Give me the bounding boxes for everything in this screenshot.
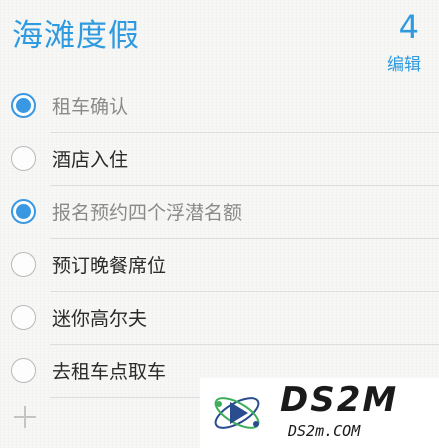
list-header: 海滩度假 4 编辑 xyxy=(0,0,439,80)
watermark: DS2M DS2m.COM xyxy=(200,378,439,448)
checkbox-icon[interactable] xyxy=(11,199,36,224)
list-item[interactable]: 租车确认 xyxy=(0,80,439,133)
edit-button[interactable]: 编辑 xyxy=(387,50,421,75)
list-item[interactable]: 迷你高尔夫 xyxy=(0,292,439,345)
list-item[interactable]: 报名预约四个浮潜名额 xyxy=(0,186,439,239)
item-label: 租车确认 xyxy=(52,96,129,118)
list-item[interactable]: 酒店入住 xyxy=(0,133,439,186)
item-label: 酒店入住 xyxy=(52,149,129,171)
item-label: 迷你高尔夫 xyxy=(52,308,148,330)
plus-icon[interactable] xyxy=(14,406,36,428)
checkbox-icon[interactable] xyxy=(11,305,36,330)
item-label: 去租车点取车 xyxy=(52,361,167,383)
item-label: 预订晚餐席位 xyxy=(52,255,167,277)
list-item[interactable]: 预订晚餐席位 xyxy=(0,239,439,292)
checkbox-icon[interactable] xyxy=(11,252,36,277)
watermark-logo-icon xyxy=(214,397,260,429)
checkbox-icon[interactable] xyxy=(11,358,36,383)
checkbox-icon[interactable] xyxy=(11,146,36,171)
list-title: 海滩度假 xyxy=(12,18,140,54)
watermark-brand: DS2M xyxy=(280,380,399,420)
item-label: 报名预约四个浮潜名额 xyxy=(52,202,243,224)
reminder-list: 租车确认 酒店入住 报名预约四个浮潜名额 预订晚餐席位 迷你高尔夫 去租车点取车 xyxy=(0,80,439,398)
incomplete-count: 4 xyxy=(398,8,419,46)
watermark-site: DS2m.COM xyxy=(288,422,361,440)
checkbox-icon[interactable] xyxy=(11,93,36,118)
